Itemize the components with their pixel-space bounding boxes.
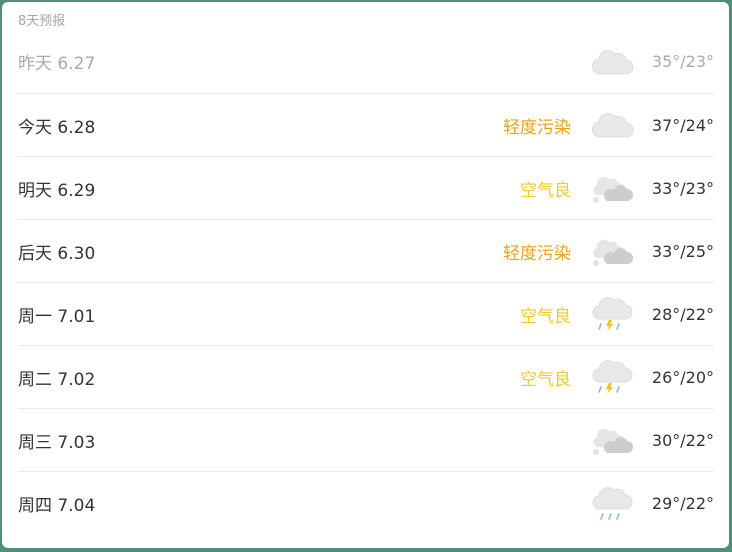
temperature-range: 28°/22°	[651, 304, 714, 324]
temperature-range: 37°/24°	[651, 115, 714, 135]
thunderstorm-icon	[592, 358, 634, 396]
forecast-list: 昨天 6.27 35°/23° 今天 6.28 轻度污染 37°/24° 明天 6.29 空…	[18, 30, 714, 535]
forecast-title: 8天预报	[18, 14, 66, 29]
temperature-range: 35°/23°	[651, 52, 714, 71]
temperature-range: 30°/22°	[651, 430, 714, 450]
light-rain-icon	[592, 485, 634, 523]
temperature-range: 33°/25°	[651, 241, 714, 261]
thunderstorm-icon	[592, 295, 634, 333]
air-quality-label: 空气良	[520, 180, 571, 201]
temperature-range: 26°/20°	[651, 367, 714, 387]
forecast-row[interactable]: 昨天 6.27 35°/23°	[18, 30, 714, 94]
forecast-row[interactable]: 周一 7.01 空气良 28°/22°	[18, 283, 714, 346]
forecast-card: 8天预报 昨天 6.27 35°/23° 今天 6.28 轻度污染 37°/24° 明天 …	[2, 2, 729, 548]
day-label: 周四 7.04	[18, 496, 96, 516]
forecast-row[interactable]: 周三 7.03 30°/22°	[18, 409, 714, 472]
forecast-row[interactable]: 今天 6.28 轻度污染 37°/24°	[18, 94, 714, 157]
forecast-row[interactable]: 后天 6.30 轻度污染 33°/25°	[18, 220, 714, 283]
air-quality-label: 空气良	[520, 369, 571, 390]
air-quality-label: 轻度污染	[503, 117, 571, 138]
temperature-range: 29°/22°	[651, 494, 714, 513]
day-label: 周二 7.02	[18, 369, 96, 390]
partly-cloudy-icon	[592, 169, 634, 207]
day-label: 周一 7.01	[18, 306, 96, 327]
day-label: 昨天 6.27	[18, 54, 96, 74]
forecast-row[interactable]: 明天 6.29 空气良 33°/23°	[18, 157, 714, 220]
cloudy-icon	[591, 43, 634, 81]
temperature-range: 33°/23°	[651, 178, 714, 198]
day-label: 今天 6.28	[18, 117, 96, 138]
cloudy-icon	[591, 106, 634, 144]
forecast-row[interactable]: 周二 7.02 空气良 26°/20°	[18, 346, 714, 409]
air-quality-label: 空气良	[520, 306, 571, 327]
partly-cloudy-icon	[592, 421, 634, 459]
day-label: 明天 6.29	[18, 180, 96, 201]
partly-cloudy-icon	[592, 232, 634, 270]
day-label: 后天 6.30	[18, 243, 96, 264]
forecast-row[interactable]: 周四 7.04 29°/22°	[18, 472, 714, 535]
day-label: 周三 7.03	[18, 432, 96, 453]
air-quality-label: 轻度污染	[503, 243, 571, 264]
